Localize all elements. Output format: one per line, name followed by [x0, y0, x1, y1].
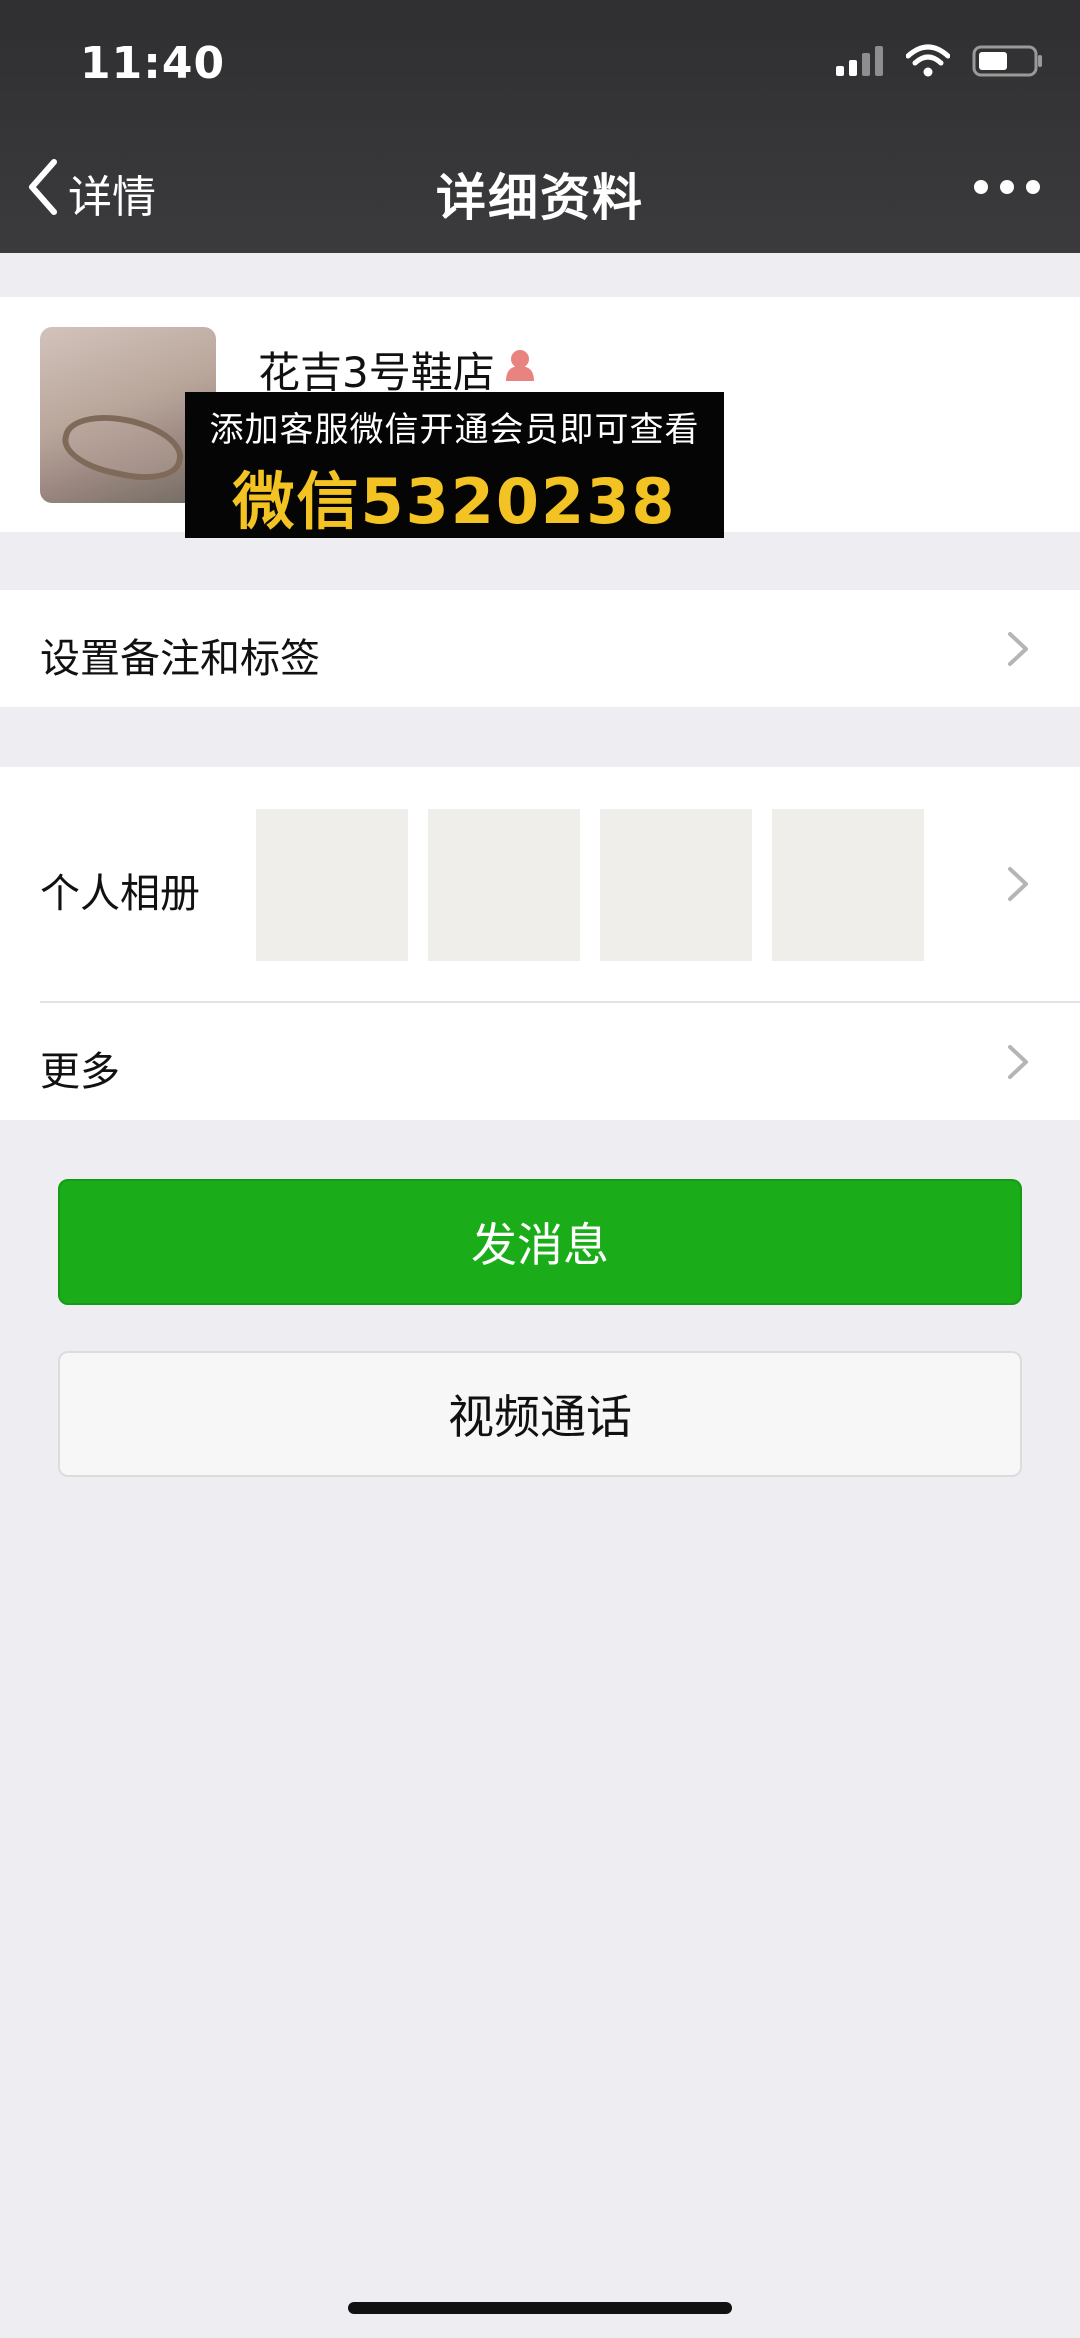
- profile-name: 花吉3号鞋店: [258, 348, 495, 397]
- dot-icon: [1000, 180, 1014, 194]
- video-call-button[interactable]: 视频通话: [58, 1351, 1022, 1477]
- more-options-button[interactable]: [974, 180, 1040, 194]
- home-indicator[interactable]: [348, 2302, 732, 2314]
- watermark-line1: 添加客服微信开通会员即可查看: [209, 410, 700, 450]
- status-icons: [834, 44, 1044, 82]
- album-thumbnail[interactable]: [256, 809, 408, 961]
- chevron-right-icon: [998, 630, 1036, 668]
- female-icon: [501, 345, 539, 394]
- avatar-photo-shape: [57, 404, 189, 490]
- signal-icon: [834, 44, 884, 82]
- album-label: 个人相册: [40, 871, 200, 917]
- more-label: 更多: [40, 1049, 120, 1095]
- watermark-line2: 微信5320238: [232, 465, 677, 538]
- remark-tags-label: 设置备注和标签: [40, 636, 320, 682]
- more-row[interactable]: 更多: [0, 1003, 1080, 1120]
- personal-album-row[interactable]: 个人相册: [0, 767, 1080, 1002]
- page-title: 详细资料: [436, 169, 644, 227]
- send-message-button[interactable]: 发消息: [58, 1179, 1022, 1305]
- profile-name-row: 花吉3号鞋店: [258, 339, 539, 400]
- battery-icon: [972, 44, 1044, 82]
- chevron-right-icon: [998, 1043, 1036, 1081]
- album-thumbnail[interactable]: [600, 809, 752, 961]
- album-thumbnail[interactable]: [428, 809, 580, 961]
- wifi-icon: [905, 44, 951, 82]
- chevron-right-icon: [998, 865, 1036, 903]
- dot-icon: [974, 180, 988, 194]
- album-thumbnail[interactable]: [772, 809, 924, 961]
- status-time: 11:40: [80, 38, 226, 89]
- remark-tags-row[interactable]: 设置备注和标签: [0, 590, 1080, 707]
- album-more-block: 个人相册 更多: [0, 767, 1080, 1120]
- top-bar: 11:40 详情 详细资料: [0, 0, 1080, 253]
- album-thumbnails: [256, 809, 924, 961]
- dot-icon: [1026, 180, 1040, 194]
- watermark-banner: 添加客服微信开通会员即可查看 微信5320238: [185, 392, 724, 538]
